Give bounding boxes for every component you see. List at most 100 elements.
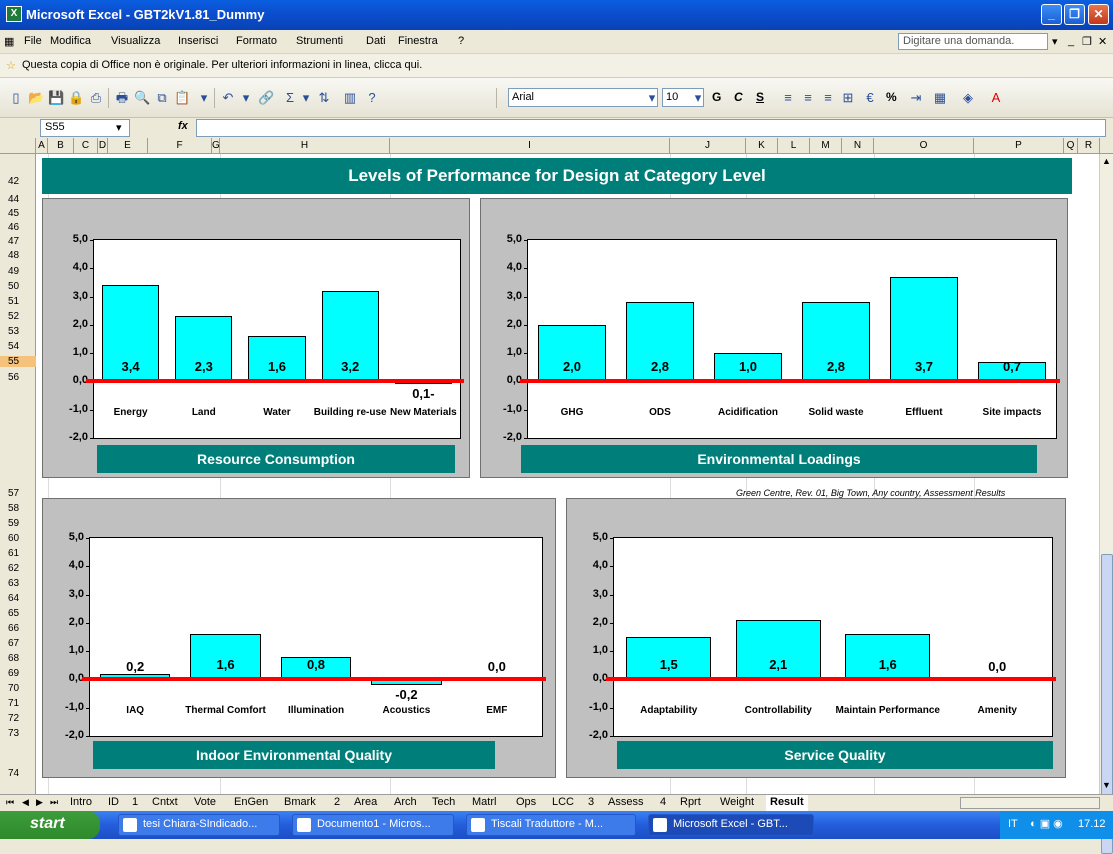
row-header[interactable]: 60 (0, 533, 36, 544)
ask-question-input[interactable]: Digitare una domanda. (898, 33, 1048, 50)
first-sheet-icon[interactable]: ⏮ (6, 797, 14, 808)
sort-ascending-icon[interactable]: ⇅ (316, 90, 332, 106)
open-icon[interactable]: 📂 (28, 90, 44, 106)
row-header[interactable]: 50 (0, 281, 36, 292)
autosum-dropdown-icon[interactable]: ▾ (298, 90, 314, 106)
column-header[interactable]: B (48, 138, 74, 154)
undo-icon[interactable]: ↶ (220, 90, 236, 106)
chart-panel-indoor[interactable]: 5,0 4,0 3,0 2,0 1,0 0,0 -1,0 -2,0 0,2 IAQ 1,6 Therm… (42, 498, 556, 778)
doc-close-icon[interactable]: ✕ (1098, 35, 1107, 48)
column-header[interactable]: A (36, 138, 48, 154)
chart-panel-service[interactable]: 5,0 4,0 3,0 2,0 1,0 0,0 -1,0 -2,0 1,5 Adaptabilit… (566, 498, 1066, 778)
align-left-icon[interactable]: ≡ (780, 90, 796, 106)
autosum-icon[interactable]: Σ (282, 90, 298, 106)
scroll-down-icon[interactable]: ▼ (1102, 780, 1111, 790)
column-header[interactable]: H (220, 138, 390, 154)
paste-icon[interactable]: 📋 (174, 90, 190, 106)
column-header[interactable]: K (746, 138, 778, 154)
row-header[interactable]: 57 (0, 488, 36, 499)
menu-modifica[interactable]: Modifica (50, 35, 91, 47)
align-center-icon[interactable]: ≡ (800, 90, 816, 106)
row-header[interactable]: 53 (0, 326, 36, 337)
sheet-tab[interactable]: Ops (512, 795, 540, 811)
formula-input[interactable] (196, 119, 1106, 137)
italic-button[interactable]: C (734, 90, 743, 104)
sheet-tab[interactable]: Tech (428, 795, 459, 811)
sheet-tab[interactable]: Intro (66, 795, 96, 811)
sheet-tab[interactable]: Arch (390, 795, 421, 811)
column-header[interactable]: E (108, 138, 148, 154)
copy-icon[interactable]: ⧉ (154, 90, 170, 106)
chart-panel-environmental[interactable]: 5,0 4,0 3,0 2,0 1,0 0,0 -1,0 -2,0 2,0 GHG 2,8 ODS 1,… (480, 198, 1068, 478)
print-icon[interactable]: ⎙ (88, 90, 104, 106)
paste-dropdown-icon[interactable]: ▾ (196, 90, 212, 106)
column-header[interactable]: R (1078, 138, 1100, 154)
column-header[interactable]: M (810, 138, 842, 154)
chart-wizard-icon[interactable]: ▥ (342, 90, 358, 106)
row-header[interactable]: 72 (0, 713, 36, 724)
row-header[interactable]: 63 (0, 578, 36, 589)
namebox-dropdown-icon[interactable]: ▾ (116, 121, 122, 134)
row-header[interactable]: 69 (0, 668, 36, 679)
vertical-scrollbar[interactable]: ▲ ▼ (1099, 154, 1113, 854)
sheet-tab[interactable]: ID (104, 795, 123, 811)
select-all-corner[interactable] (0, 138, 36, 154)
sheet-tab[interactable]: LCC (548, 795, 578, 811)
merge-center-icon[interactable]: ⊞ (840, 90, 856, 106)
sheet-tab-active[interactable]: Result (766, 795, 808, 811)
undo-dropdown-icon[interactable]: ▾ (238, 90, 254, 106)
taskbar-item[interactable]: Documento1 - Micros... (292, 814, 454, 836)
permission-icon[interactable]: 🔒 (68, 90, 84, 106)
row-header[interactable]: 59 (0, 518, 36, 529)
row-header[interactable]: 67 (0, 638, 36, 649)
underline-button[interactable]: S (756, 90, 764, 104)
worksheet[interactable]: Levels of Performance for Design at Cate… (36, 154, 1099, 794)
sheet-tab[interactable]: Weight (716, 795, 758, 811)
notice-text[interactable]: Questa copia di Office non è originale. … (22, 59, 422, 71)
horizontal-scrollbar[interactable] (960, 797, 1100, 809)
row-header[interactable]: 49 (0, 266, 36, 277)
row-header[interactable]: 45 (0, 208, 36, 219)
row-header[interactable]: 52 (0, 311, 36, 322)
prev-sheet-icon[interactable]: ◀ (22, 797, 29, 808)
insert-function-button[interactable]: fx (178, 120, 188, 132)
sheet-tab[interactable]: Vote (190, 795, 220, 811)
column-header[interactable]: D (98, 138, 108, 154)
row-header[interactable]: 71 (0, 698, 36, 709)
row-header-active[interactable]: 55 (0, 356, 36, 367)
sheet-tab[interactable]: EnGen (230, 795, 272, 811)
menu-finestra[interactable]: Finestra (398, 35, 438, 47)
sheet-tab[interactable]: 1 (128, 795, 142, 811)
close-button[interactable]: ✕ (1088, 4, 1109, 25)
font-name-select[interactable]: Arial (508, 88, 658, 107)
column-header[interactable]: G (212, 138, 220, 154)
row-header[interactable]: 70 (0, 683, 36, 694)
sheet-tab[interactable]: 4 (656, 795, 670, 811)
menu-help[interactable]: ? (458, 35, 464, 47)
new-icon[interactable]: ▯ (8, 90, 24, 106)
sheet-tab[interactable]: 3 (584, 795, 598, 811)
hyperlink-icon[interactable]: 🔗 (258, 90, 274, 106)
taskbar-item-active[interactable]: Microsoft Excel - GBT... (648, 814, 814, 836)
row-header[interactable]: 74 (0, 768, 36, 779)
row-header[interactable]: 54 (0, 341, 36, 352)
taskbar-item[interactable]: Tiscali Traduttore - M... (466, 814, 636, 836)
sheet-tab[interactable]: Cntxt (148, 795, 182, 811)
column-header[interactable]: I (390, 138, 670, 154)
row-header[interactable]: 61 (0, 548, 36, 559)
column-header[interactable]: L (778, 138, 810, 154)
sheet-tab[interactable]: Area (350, 795, 381, 811)
row-header[interactable]: 47 (0, 236, 36, 247)
percent-button[interactable]: % (886, 90, 897, 104)
bold-button[interactable]: G (712, 90, 721, 104)
maximize-button[interactable]: ❐ (1064, 4, 1085, 25)
save-icon[interactable]: 💾 (48, 90, 64, 106)
row-header[interactable]: 42 (0, 176, 36, 187)
start-button[interactable]: start (0, 811, 100, 839)
column-header[interactable]: O (874, 138, 974, 154)
row-header[interactable]: 58 (0, 503, 36, 514)
doc-minimize-icon[interactable]: _ (1068, 35, 1074, 47)
row-header[interactable]: 44 (0, 194, 36, 205)
sheet-tab[interactable]: Rprt (676, 795, 705, 811)
currency-icon[interactable]: € (862, 90, 878, 106)
